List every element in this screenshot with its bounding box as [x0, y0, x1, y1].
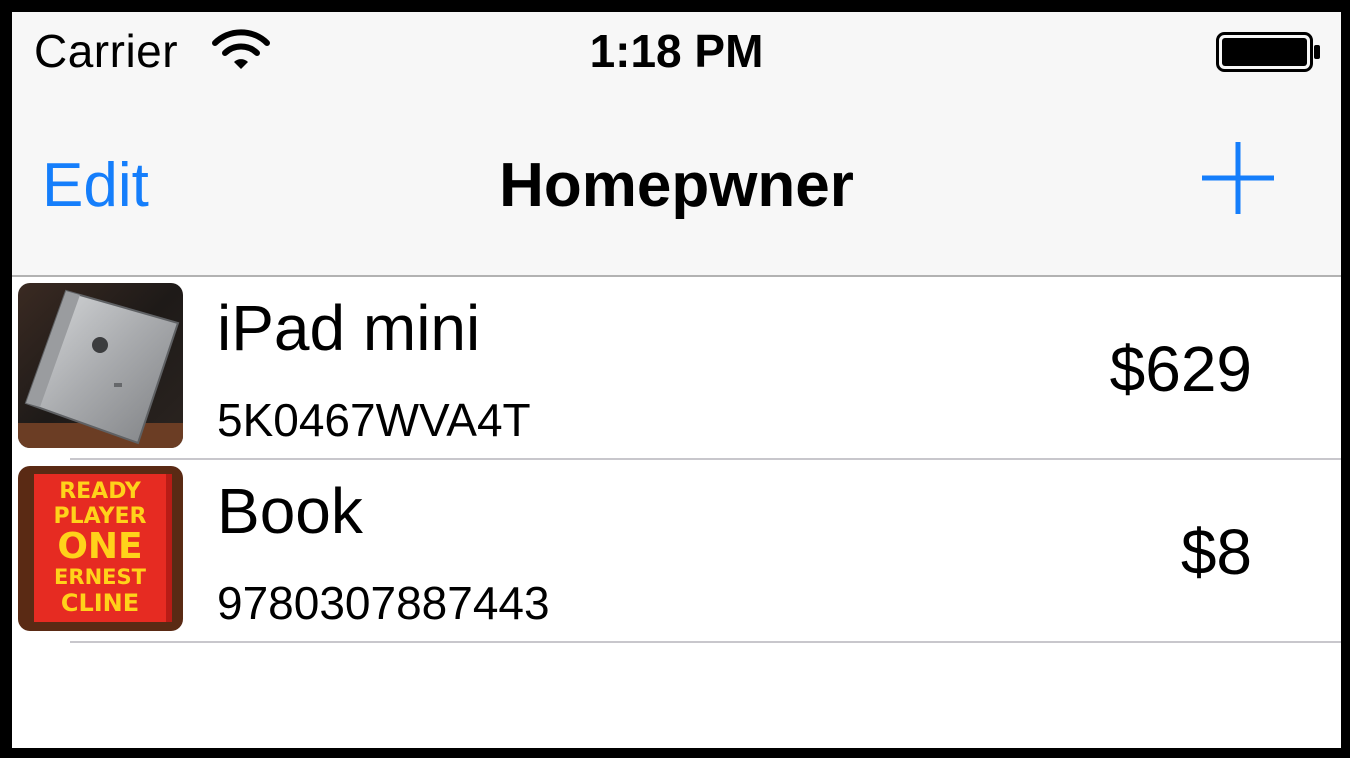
item-value: $8	[1180, 516, 1252, 588]
item-serial: 9780307887443	[217, 577, 550, 629]
table-row[interactable]: READY PLAYER ONE ERNEST CLINE Book 97803…	[18, 460, 1341, 643]
cover-line: READY	[59, 479, 142, 504]
table-row[interactable]: iPad mini 5K0467WVA4T $629	[18, 277, 1341, 460]
item-value: $629	[1109, 333, 1252, 405]
item-name: Book	[217, 475, 363, 547]
battery-icon	[1216, 32, 1320, 72]
item-serial: 5K0467WVA4T	[217, 394, 531, 446]
top-bar: Carrier 1:18 PM Edit Homepwner	[12, 12, 1341, 277]
status-time: 1:18 PM	[589, 25, 764, 77]
item-list: iPad mini 5K0467WVA4T $629 READY PLAYER	[12, 277, 1341, 643]
page-title: Homepwner	[499, 151, 854, 220]
edit-button[interactable]: Edit	[42, 150, 149, 221]
ipad-thumbnail[interactable]	[18, 283, 183, 448]
item-name: iPad mini	[217, 292, 481, 364]
cover-line: ONE	[57, 526, 142, 567]
book-thumbnail[interactable]: READY PLAYER ONE ERNEST CLINE	[18, 466, 183, 631]
ipad-photo-image	[18, 283, 183, 448]
book-cover-image: READY PLAYER ONE ERNEST CLINE	[18, 466, 183, 631]
cover-line: CLINE	[61, 589, 139, 617]
plus-icon[interactable]	[1200, 140, 1276, 216]
cover-line: ERNEST	[54, 565, 147, 589]
device-screen: Carrier 1:18 PM Edit Homepwner iPad mini…	[12, 12, 1341, 748]
